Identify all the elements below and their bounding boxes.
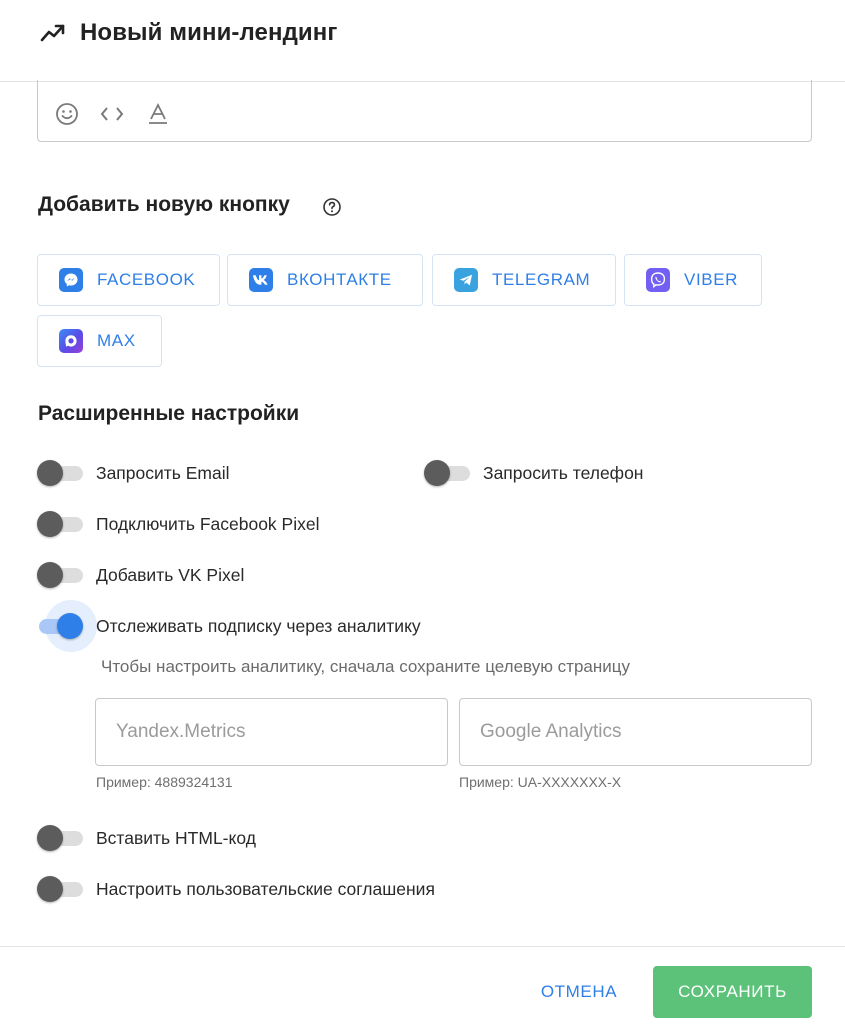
add-max-button[interactable]: MAX — [37, 315, 162, 367]
request-phone-label: Запросить телефон — [483, 463, 644, 483]
yandex-metrics-field[interactable] — [95, 698, 448, 766]
yandex-metrics-input[interactable] — [96, 699, 447, 765]
add-viber-button[interactable]: VIBER — [624, 254, 762, 306]
google-analytics-field[interactable] — [459, 698, 812, 766]
facebook-pixel-label: Подключить Facebook Pixel — [96, 514, 320, 534]
add-vkontakte-button-label: ВКОНТАКТЕ — [287, 270, 392, 289]
code-icon[interactable] — [99, 101, 125, 127]
emoji-icon[interactable] — [54, 101, 80, 127]
request-phone-toggle[interactable] — [424, 458, 474, 488]
toggle-knob — [37, 562, 63, 588]
vk-pixel-label: Добавить VK Pixel — [96, 565, 245, 585]
facebook-pixel-toggle[interactable] — [37, 509, 87, 539]
help-circle-icon[interactable] — [322, 197, 342, 217]
add-telegram-button[interactable]: TELEGRAM — [432, 254, 616, 306]
messenger-icon — [59, 268, 83, 292]
max-icon — [59, 329, 83, 353]
user-agreements-label: Настроить пользовательские соглашения — [96, 879, 435, 899]
toggle-knob — [37, 511, 63, 537]
google-analytics-input[interactable] — [460, 699, 811, 765]
viber-icon — [646, 268, 670, 292]
google-analytics-example: Пример: UA-XXXXXXX-X — [459, 774, 622, 790]
vk-pixel-toggle[interactable] — [37, 560, 87, 590]
vk-icon — [249, 268, 273, 292]
request-email-toggle[interactable] — [37, 458, 87, 488]
toggle-knob — [37, 460, 63, 486]
analytics-toggle[interactable] — [37, 600, 97, 652]
toggle-knob — [37, 876, 63, 902]
add-facebook-button[interactable]: FACEBOOK — [37, 254, 220, 306]
yandex-metrics-example: Пример: 4889324131 — [96, 774, 233, 790]
save-button[interactable]: СОХРАНИТЬ — [653, 966, 812, 1018]
request-email-label: Запросить Email — [96, 463, 230, 483]
add-viber-button-label: VIBER — [684, 270, 739, 289]
telegram-icon — [454, 268, 478, 292]
dialog-header: Новый мини-лендинг — [0, 0, 845, 82]
add-max-button-label: MAX — [97, 331, 136, 350]
add-vkontakte-button[interactable]: ВКОНТАКТЕ — [227, 254, 423, 306]
add-facebook-button-label: FACEBOOK — [97, 270, 196, 289]
dialog-title: Новый мини-лендинг — [80, 19, 338, 46]
analytics-hint: Чтобы настроить аналитику, сначала сохра… — [101, 657, 630, 676]
toggle-knob — [424, 460, 450, 486]
trending-up-icon — [40, 22, 66, 44]
analytics-label: Отслеживать подписку через аналитику — [96, 616, 421, 636]
advanced-settings-title: Расширенные настройки — [38, 402, 300, 425]
text-format-icon[interactable] — [145, 101, 171, 127]
add-telegram-button-label: TELEGRAM — [492, 270, 591, 289]
html-code-toggle[interactable] — [37, 823, 87, 853]
toggle-knob — [57, 613, 83, 639]
html-code-label: Вставить HTML-код — [96, 828, 256, 848]
cancel-button[interactable]: ОТМЕНА — [525, 966, 633, 1018]
toggle-knob — [37, 825, 63, 851]
add-button-section-title: Добавить новую кнопку — [38, 193, 290, 216]
user-agreements-toggle[interactable] — [37, 874, 87, 904]
footer-divider — [0, 946, 845, 947]
